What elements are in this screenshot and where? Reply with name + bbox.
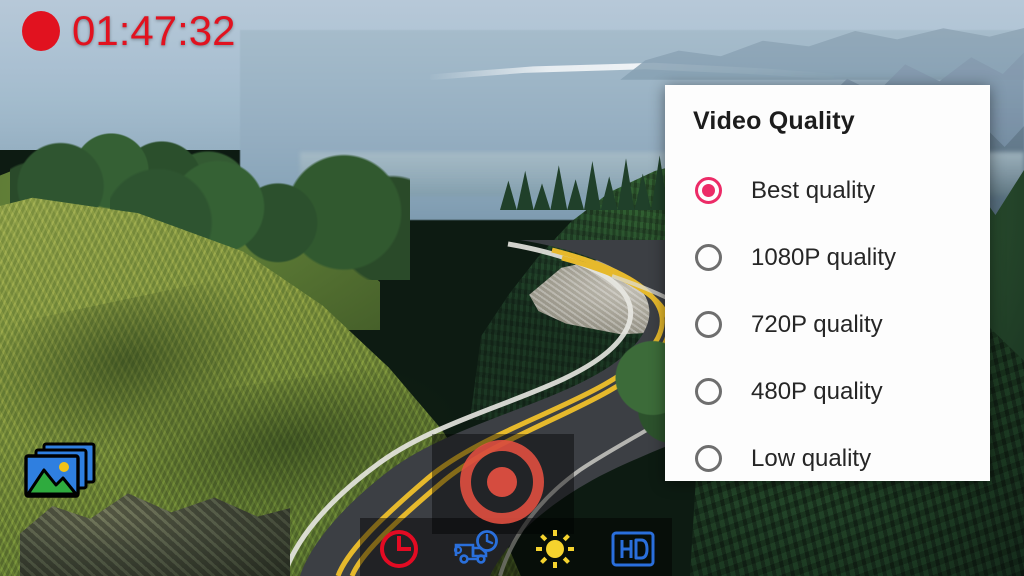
sun-icon <box>536 530 574 568</box>
hd-badge-icon <box>611 531 655 567</box>
timer-button[interactable] <box>375 525 423 573</box>
recording-elapsed-time: 01:47:32 <box>72 7 236 54</box>
quality-option-480p[interactable]: 480P quality <box>665 358 990 425</box>
truck-clock-icon <box>453 530 498 564</box>
quality-option-label: Low quality <box>751 444 872 472</box>
video-quality-dialog: Video Quality Best quality 1080P quality… <box>665 85 990 481</box>
quality-option-label: Best quality <box>751 176 876 204</box>
radio-button-icon[interactable] <box>695 244 722 271</box>
record-button[interactable] <box>460 440 544 524</box>
bottom-toolbar <box>375 524 657 574</box>
quality-option-1080p[interactable]: 1080P quality <box>665 224 990 291</box>
recording-indicator: 01:47:32 <box>22 10 236 52</box>
timelapse-button[interactable] <box>453 525 501 573</box>
radio-button-icon[interactable] <box>695 311 722 338</box>
clock-icon <box>380 530 418 568</box>
camera-recording-screen: 01:47:32 Video Quality Best quality 1080… <box>0 0 1024 576</box>
radio-button-icon[interactable] <box>695 378 722 405</box>
radio-button-icon[interactable] <box>695 445 722 472</box>
quality-option-label: 480P quality <box>751 377 883 405</box>
quality-option-best[interactable]: Best quality <box>665 157 990 224</box>
hd-quality-button[interactable] <box>609 525 657 573</box>
quality-option-low[interactable]: Low quality <box>665 425 990 492</box>
quality-option-label: 1080P quality <box>751 243 897 271</box>
quality-option-720p[interactable]: 720P quality <box>665 291 990 358</box>
quality-option-label: 720P quality <box>751 310 883 338</box>
quality-option-list: Best quality 1080P quality 720P quality … <box>665 157 990 492</box>
photo-stack-icon <box>24 442 96 498</box>
dialog-title: Video Quality <box>693 107 855 135</box>
brightness-button[interactable] <box>531 525 579 573</box>
radio-button-icon[interactable] <box>695 177 722 204</box>
gallery-button[interactable] <box>18 440 98 506</box>
record-dot-icon <box>22 11 60 51</box>
